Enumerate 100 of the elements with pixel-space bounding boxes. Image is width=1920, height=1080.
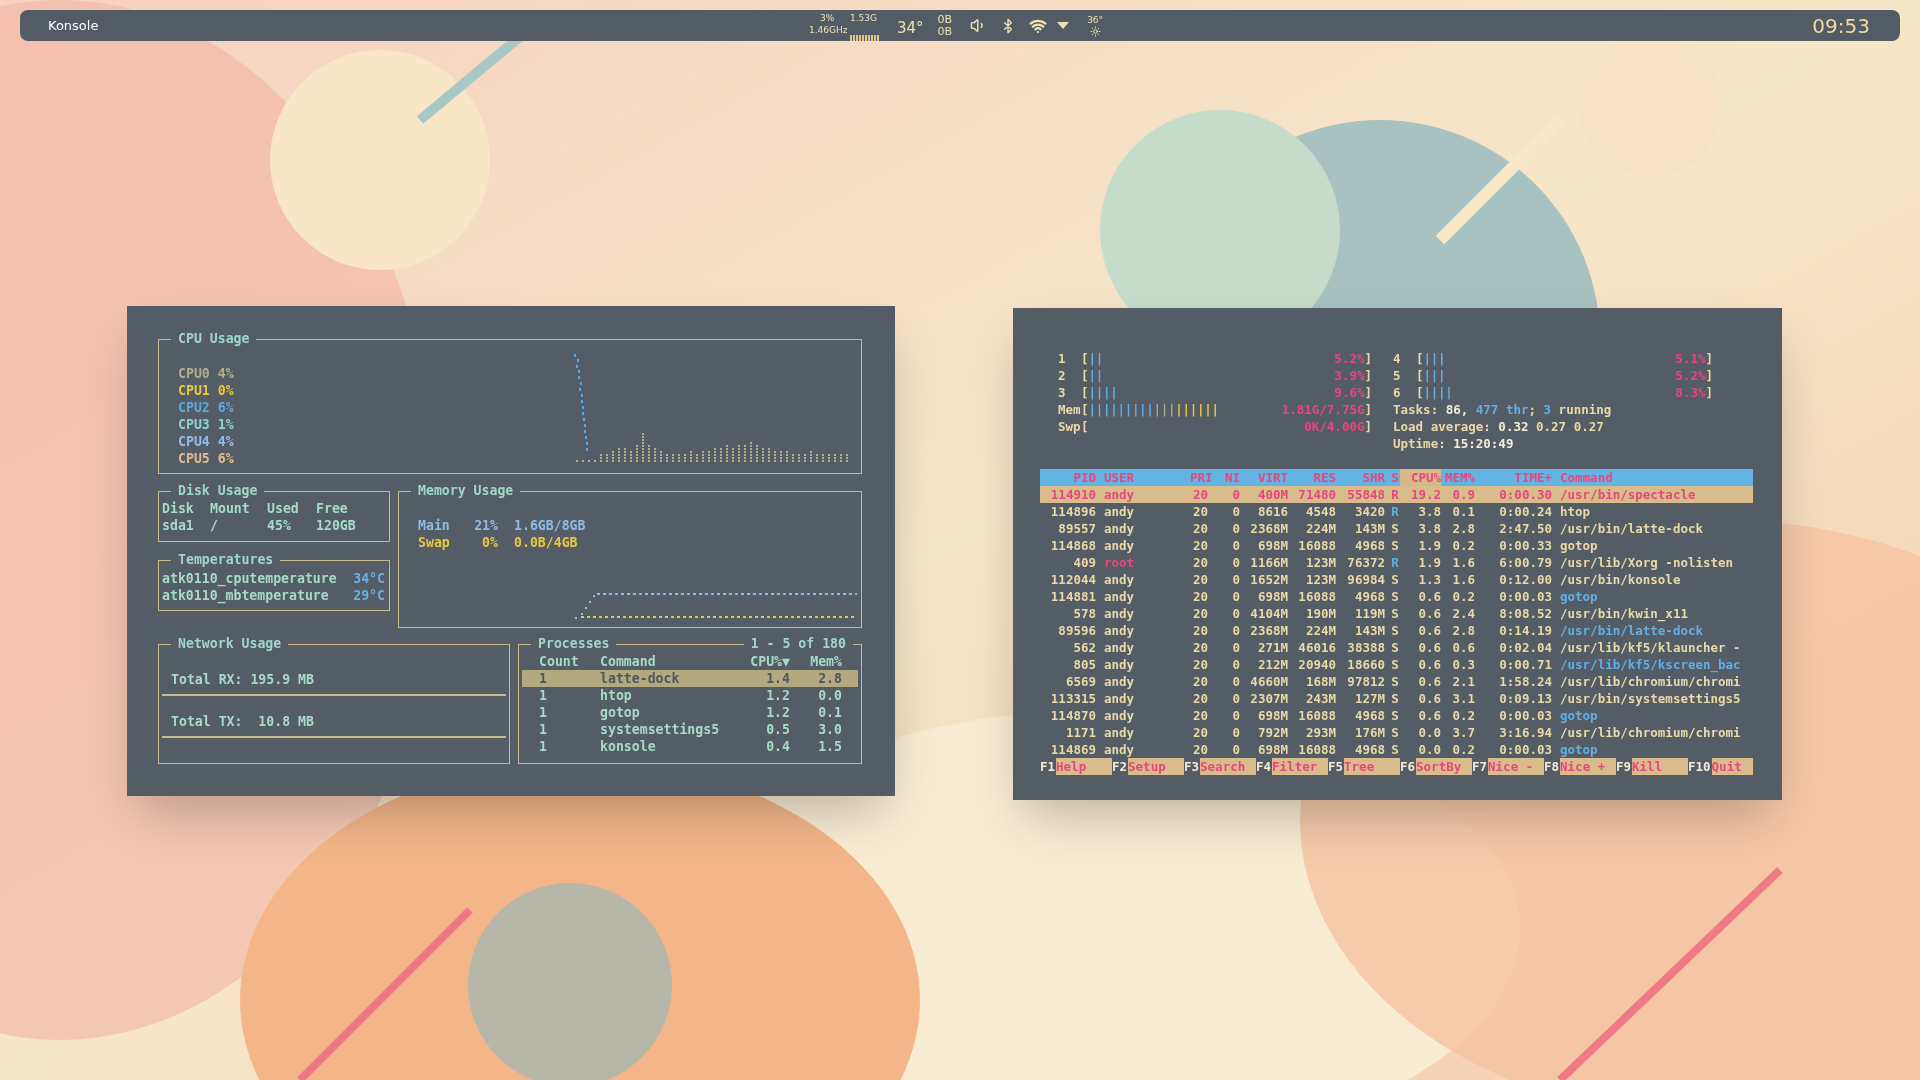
column-header[interactable]: Command bbox=[592, 653, 722, 670]
sensor-value: 29°C bbox=[353, 587, 385, 604]
column-header: Free bbox=[316, 500, 349, 517]
table-cell-text: 127M bbox=[1353, 690, 1385, 707]
meter-reading: 5.2% bbox=[1675, 367, 1706, 384]
clock[interactable]: 09:53 bbox=[1812, 10, 1870, 41]
column-header[interactable]: Mem% bbox=[790, 653, 842, 670]
table-cell-text: 0 bbox=[1231, 656, 1240, 673]
shortcut-key: F7 bbox=[1472, 758, 1489, 775]
cpu-core-reading: CPU0 4% bbox=[178, 365, 234, 382]
memory-percent: 21% bbox=[473, 517, 498, 534]
process-row[interactable]: 1 gotop 1.2 0.1 bbox=[522, 704, 858, 721]
process-row[interactable]: 114868 andy 20 0 698M 16088 4968 S 1.9 0.2 0:00.33 gotop bbox=[1040, 537, 1753, 554]
memory-amount: 1.6GB/8GB bbox=[514, 517, 586, 534]
table-cell-text: 0 bbox=[1231, 741, 1240, 758]
process-row[interactable]: 112044 andy 20 0 1652M 123M 96984 S 1.3 1.6 0:12.00 /usr/bin/konsole bbox=[1040, 571, 1753, 588]
meter-bracket: [ bbox=[1081, 367, 1089, 384]
table-cell-text: 0.4 bbox=[765, 738, 790, 755]
table-cell-text: 1 bbox=[538, 704, 548, 721]
table-cell-text: 698M bbox=[1256, 707, 1288, 724]
process-row[interactable]: 1171 andy 20 0 792M 293M 176M S 0.0 3.7 3:16.94 /usr/lib/chromium/chromi bbox=[1040, 724, 1753, 741]
process-row[interactable]: 1 konsole 0.4 1.5 bbox=[522, 738, 858, 755]
table-cell-text: 2.8 bbox=[1451, 622, 1475, 639]
table-cell-text: 0:00.33 bbox=[1498, 537, 1552, 554]
table-cell-text: 2.8 bbox=[1451, 520, 1475, 537]
process-row[interactable]: 89557 andy 20 0 2368M 224M 143M S 3.8 2.8 2:47.50 /usr/bin/latte-dock bbox=[1040, 520, 1753, 537]
download-rate: 0B bbox=[937, 25, 953, 38]
meter-reading: 1.81G/7.75G bbox=[1281, 401, 1365, 418]
meter-bracket: ] bbox=[1705, 350, 1713, 367]
table-cell-text: 16088 bbox=[1297, 588, 1336, 605]
table-cell-text: 176M bbox=[1353, 724, 1385, 741]
table-cell-text: gotop bbox=[1560, 741, 1599, 758]
table-cell-text: 0.6 bbox=[1417, 673, 1441, 690]
table-cell: S bbox=[1390, 588, 1400, 605]
table-cell-text: 20 bbox=[1191, 588, 1208, 605]
table-cell-text: 114870 bbox=[1049, 707, 1096, 724]
table-cell-text: 3:16.94 bbox=[1498, 724, 1552, 741]
meter-reading: 3.9% bbox=[1334, 367, 1365, 384]
process-row[interactable]: 113315 andy 20 0 2307M 243M 127M S 0.6 3.1 0:09.13 /usr/bin/systemsettings5 bbox=[1040, 690, 1753, 707]
column-header[interactable]: CPU%▼ bbox=[722, 653, 790, 670]
table-cell-text: /usr/bin/kwin_x11 bbox=[1560, 605, 1689, 622]
process-row[interactable]: 1 systemsettings5 0.5 3.0 bbox=[522, 721, 858, 738]
table-cell-text: / bbox=[210, 517, 219, 534]
table-cell-text: 0 bbox=[1231, 571, 1240, 588]
process-row[interactable]: 409 root 20 0 1166M 123M 76372 R 1.9 1.6 6:00.79 /usr/lib/Xorg -nolisten bbox=[1040, 554, 1753, 571]
table-cell-text: 190M bbox=[1304, 605, 1336, 622]
table-cell-text: 0 bbox=[1231, 486, 1240, 503]
table-cell-text: 143M bbox=[1353, 520, 1385, 537]
panel-title: Network Usage bbox=[171, 636, 289, 652]
table-cell-text: 4548 bbox=[1304, 503, 1336, 520]
memory-percent: 0% bbox=[481, 534, 498, 551]
table-cell-text: 1.6 bbox=[1451, 571, 1475, 588]
process-row[interactable]: 1 latte-dock 1.4 2.8 bbox=[522, 670, 858, 687]
table-cell-text: 0.6 bbox=[1417, 639, 1441, 656]
table-cell-text: 168M bbox=[1304, 673, 1336, 690]
table-cell-text: 2368M bbox=[1249, 622, 1288, 639]
upload-rate: 0B bbox=[937, 13, 953, 26]
cpu-core-reading: CPU5 6% bbox=[178, 450, 234, 467]
table-cell-text: 89557 bbox=[1057, 520, 1096, 537]
process-row[interactable]: 114881 andy 20 0 698M 16088 4968 S 0.6 0.2 0:00.03 gotop bbox=[1040, 588, 1753, 605]
meter-reading: 0K/4.00G bbox=[1304, 418, 1365, 435]
process-row[interactable]: 114870 andy 20 0 698M 16088 4968 S 0.6 0.2 0:00.03 gotop bbox=[1040, 707, 1753, 724]
process-row[interactable]: 114869 andy 20 0 698M 16088 4968 S 0.0 0.2 0:00.03 gotop bbox=[1040, 741, 1753, 758]
shortcut-key: F4 bbox=[1256, 758, 1273, 775]
table-cell-text: 76372 bbox=[1346, 554, 1385, 571]
column-header[interactable]: Count bbox=[522, 653, 592, 670]
table-cell-text: 1 bbox=[538, 721, 548, 738]
table-cell-text: 0 bbox=[1231, 639, 1240, 656]
meter-label: 3 bbox=[1058, 384, 1067, 401]
table-cell: S bbox=[1390, 673, 1400, 690]
table-cell-text: 1171 bbox=[1064, 724, 1096, 741]
table-cell-text: 0:00.03 bbox=[1498, 707, 1552, 724]
table-cell-text: 6569 bbox=[1064, 673, 1096, 690]
table-cell-text: /usr/lib/chromium/chromi bbox=[1560, 724, 1742, 741]
process-row[interactable]: 1 htop 1.2 0.0 bbox=[522, 687, 858, 704]
table-cell-text: /usr/bin/latte-dock bbox=[1560, 520, 1704, 537]
process-row[interactable]: 562 andy 20 0 271M 46016 38388 S 0.6 0.6 0:02.04 /usr/lib/kf5/klauncher - bbox=[1040, 639, 1753, 656]
table-cell-text: 20 bbox=[1191, 673, 1208, 690]
received-total: Total RX: 195.9 MB bbox=[170, 671, 315, 688]
meter-bars: ||||||||| bbox=[1088, 401, 1154, 418]
table-cell-text: andy bbox=[1104, 537, 1136, 554]
process-row[interactable]: 114896 andy 20 0 8616 4548 3420 R 3.8 0.1 0:00.24 htop bbox=[1040, 503, 1753, 520]
table-cell-text: sda1 bbox=[162, 517, 195, 534]
table-cell-text: 45% bbox=[267, 517, 292, 534]
process-row[interactable]: 578 andy 20 0 4104M 190M 119M S 0.6 2.4 8:08.52 /usr/bin/kwin_x11 bbox=[1040, 605, 1753, 622]
table-cell-text: andy bbox=[1104, 605, 1136, 622]
table-cell-text: 224M bbox=[1304, 520, 1336, 537]
table-cell-text: 19.2 bbox=[1409, 486, 1441, 503]
cpu-load: 3% bbox=[820, 13, 835, 23]
table-cell-text: 20940 bbox=[1297, 656, 1336, 673]
process-row[interactable]: 6569 andy 20 0 4660M 168M 97812 S 0.6 2.1 1:58.24 /usr/lib/chromium/chromi bbox=[1040, 673, 1753, 690]
caret-icon[interactable] bbox=[1057, 21, 1070, 30]
meter-bracket: ] bbox=[1705, 367, 1713, 384]
meter-bracket: [ bbox=[1081, 418, 1089, 435]
cpu-core-reading: CPU3 1% bbox=[178, 416, 234, 433]
process-row[interactable]: 805 andy 20 0 212M 20940 18660 S 0.6 0.3 0:00.71 /usr/lib/kf5/kscreen_bac bbox=[1040, 656, 1753, 673]
sensor-value: 34°C bbox=[353, 570, 385, 587]
process-row[interactable]: 89596 andy 20 0 2368M 224M 143M S 0.6 2.8 0:14.19 /usr/bin/latte-dock bbox=[1040, 622, 1753, 639]
memory-amount: 0.0B/4GB bbox=[514, 534, 578, 551]
meter-bracket: [ bbox=[1416, 367, 1424, 384]
